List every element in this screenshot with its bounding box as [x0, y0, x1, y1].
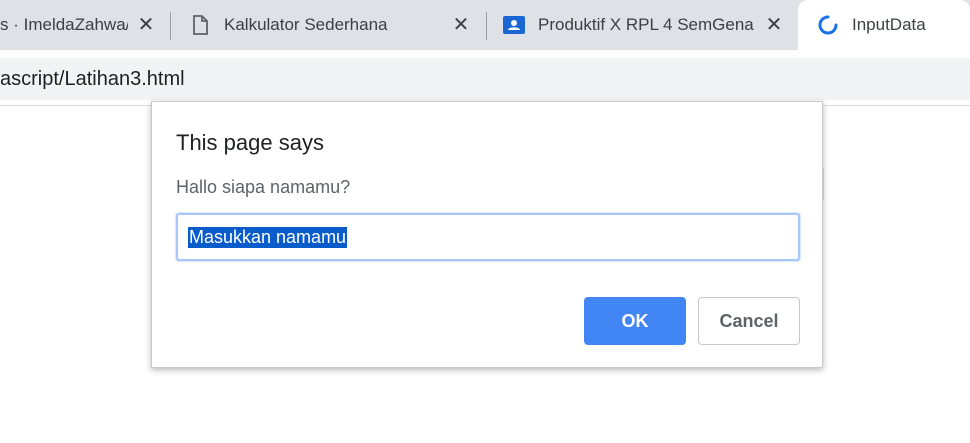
- dialog-message: Hallo siapa namamu?: [176, 177, 351, 197]
- tab-kalkulator[interactable]: Kalkulator Sederhana: [172, 0, 484, 50]
- tab-separator: [170, 12, 171, 40]
- tab-inputdata[interactable]: InputData: [798, 0, 970, 50]
- document-icon: [190, 15, 210, 35]
- dialog-title: This page says: [176, 130, 324, 155]
- tab-title: InputData: [852, 15, 926, 34]
- close-icon[interactable]: ✕: [451, 15, 471, 35]
- url-text: ascript/Latihan3.html: [0, 68, 185, 90]
- close-icon[interactable]: ✕: [764, 15, 784, 35]
- tab-strip: s · ImeldaZahwa/ ✕ Kalkulator Sederhana …: [0, 0, 970, 50]
- tab-separator: [486, 12, 487, 40]
- tab-title: Kalkulator Sederhana: [224, 15, 388, 34]
- tab-produktif[interactable]: Produktif X RPL 4 SemGena: [488, 0, 796, 50]
- classroom-icon: [502, 13, 526, 37]
- tab-title: s · ImeldaZahwa/: [0, 15, 128, 34]
- ok-button[interactable]: OK: [584, 297, 686, 345]
- toolbar: ascript/Latihan3.html: [0, 50, 970, 106]
- selected-input-text: Masukkan namamu: [188, 227, 348, 248]
- prompt-dialog: This page says Hallo siapa namamu? Masuk…: [151, 101, 823, 368]
- loading-spinner-icon: [818, 15, 838, 35]
- close-icon[interactable]: ✕: [136, 15, 156, 35]
- background-edge: [823, 168, 824, 200]
- cancel-button[interactable]: Cancel: [698, 297, 800, 345]
- name-input[interactable]: Masukkan namamu: [176, 213, 800, 261]
- tab-title: Produktif X RPL 4 SemGena: [538, 15, 754, 34]
